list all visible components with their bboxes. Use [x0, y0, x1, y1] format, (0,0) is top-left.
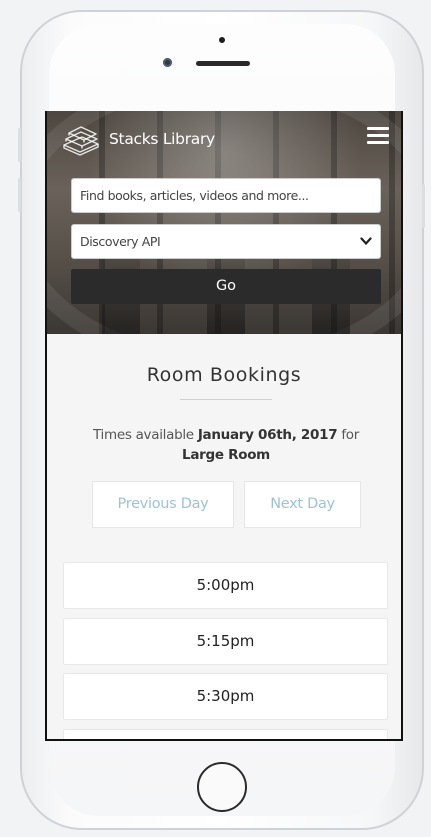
go-button[interactable]: Go	[71, 269, 381, 304]
front-camera	[163, 58, 172, 67]
availability-for: for	[341, 427, 359, 443]
availability-room: Large Room	[182, 447, 270, 463]
phone-screen: Stacks Library Discovery API Go Room Boo…	[45, 111, 403, 741]
time-slot[interactable]: 5:30pm	[63, 673, 388, 720]
power-button	[422, 184, 425, 228]
availability-date: January 06th, 2017	[197, 427, 338, 443]
volume-up-button	[18, 128, 21, 162]
hero-banner: Stacks Library Discovery API Go	[47, 111, 401, 371]
availability-text: Times available January 06th, 2017 for L…	[77, 425, 375, 465]
volume-down-button	[18, 178, 21, 212]
availability-prefix: Times available	[93, 427, 194, 443]
time-slot[interactable]: 5:15pm	[63, 618, 388, 665]
home-button[interactable]	[197, 762, 247, 812]
next-day-button[interactable]: Next Day	[244, 481, 361, 528]
title-divider	[180, 399, 272, 400]
previous-day-button[interactable]: Previous Day	[92, 481, 234, 528]
source-select-value: Discovery API	[80, 234, 161, 249]
source-select[interactable]: Discovery API	[71, 224, 381, 259]
search-input[interactable]	[71, 178, 381, 213]
time-slot[interactable]: 5:00pm	[63, 562, 388, 609]
books-stack-icon	[63, 126, 99, 156]
page-title: Room Bookings	[146, 364, 302, 386]
hamburger-menu-icon[interactable]	[367, 127, 389, 145]
proximity-sensor	[219, 37, 225, 43]
earpiece-speaker	[196, 61, 250, 66]
time-slot[interactable]	[63, 729, 388, 739]
chevron-down-icon	[360, 237, 372, 246]
brand-title[interactable]: Stacks Library	[109, 130, 215, 148]
